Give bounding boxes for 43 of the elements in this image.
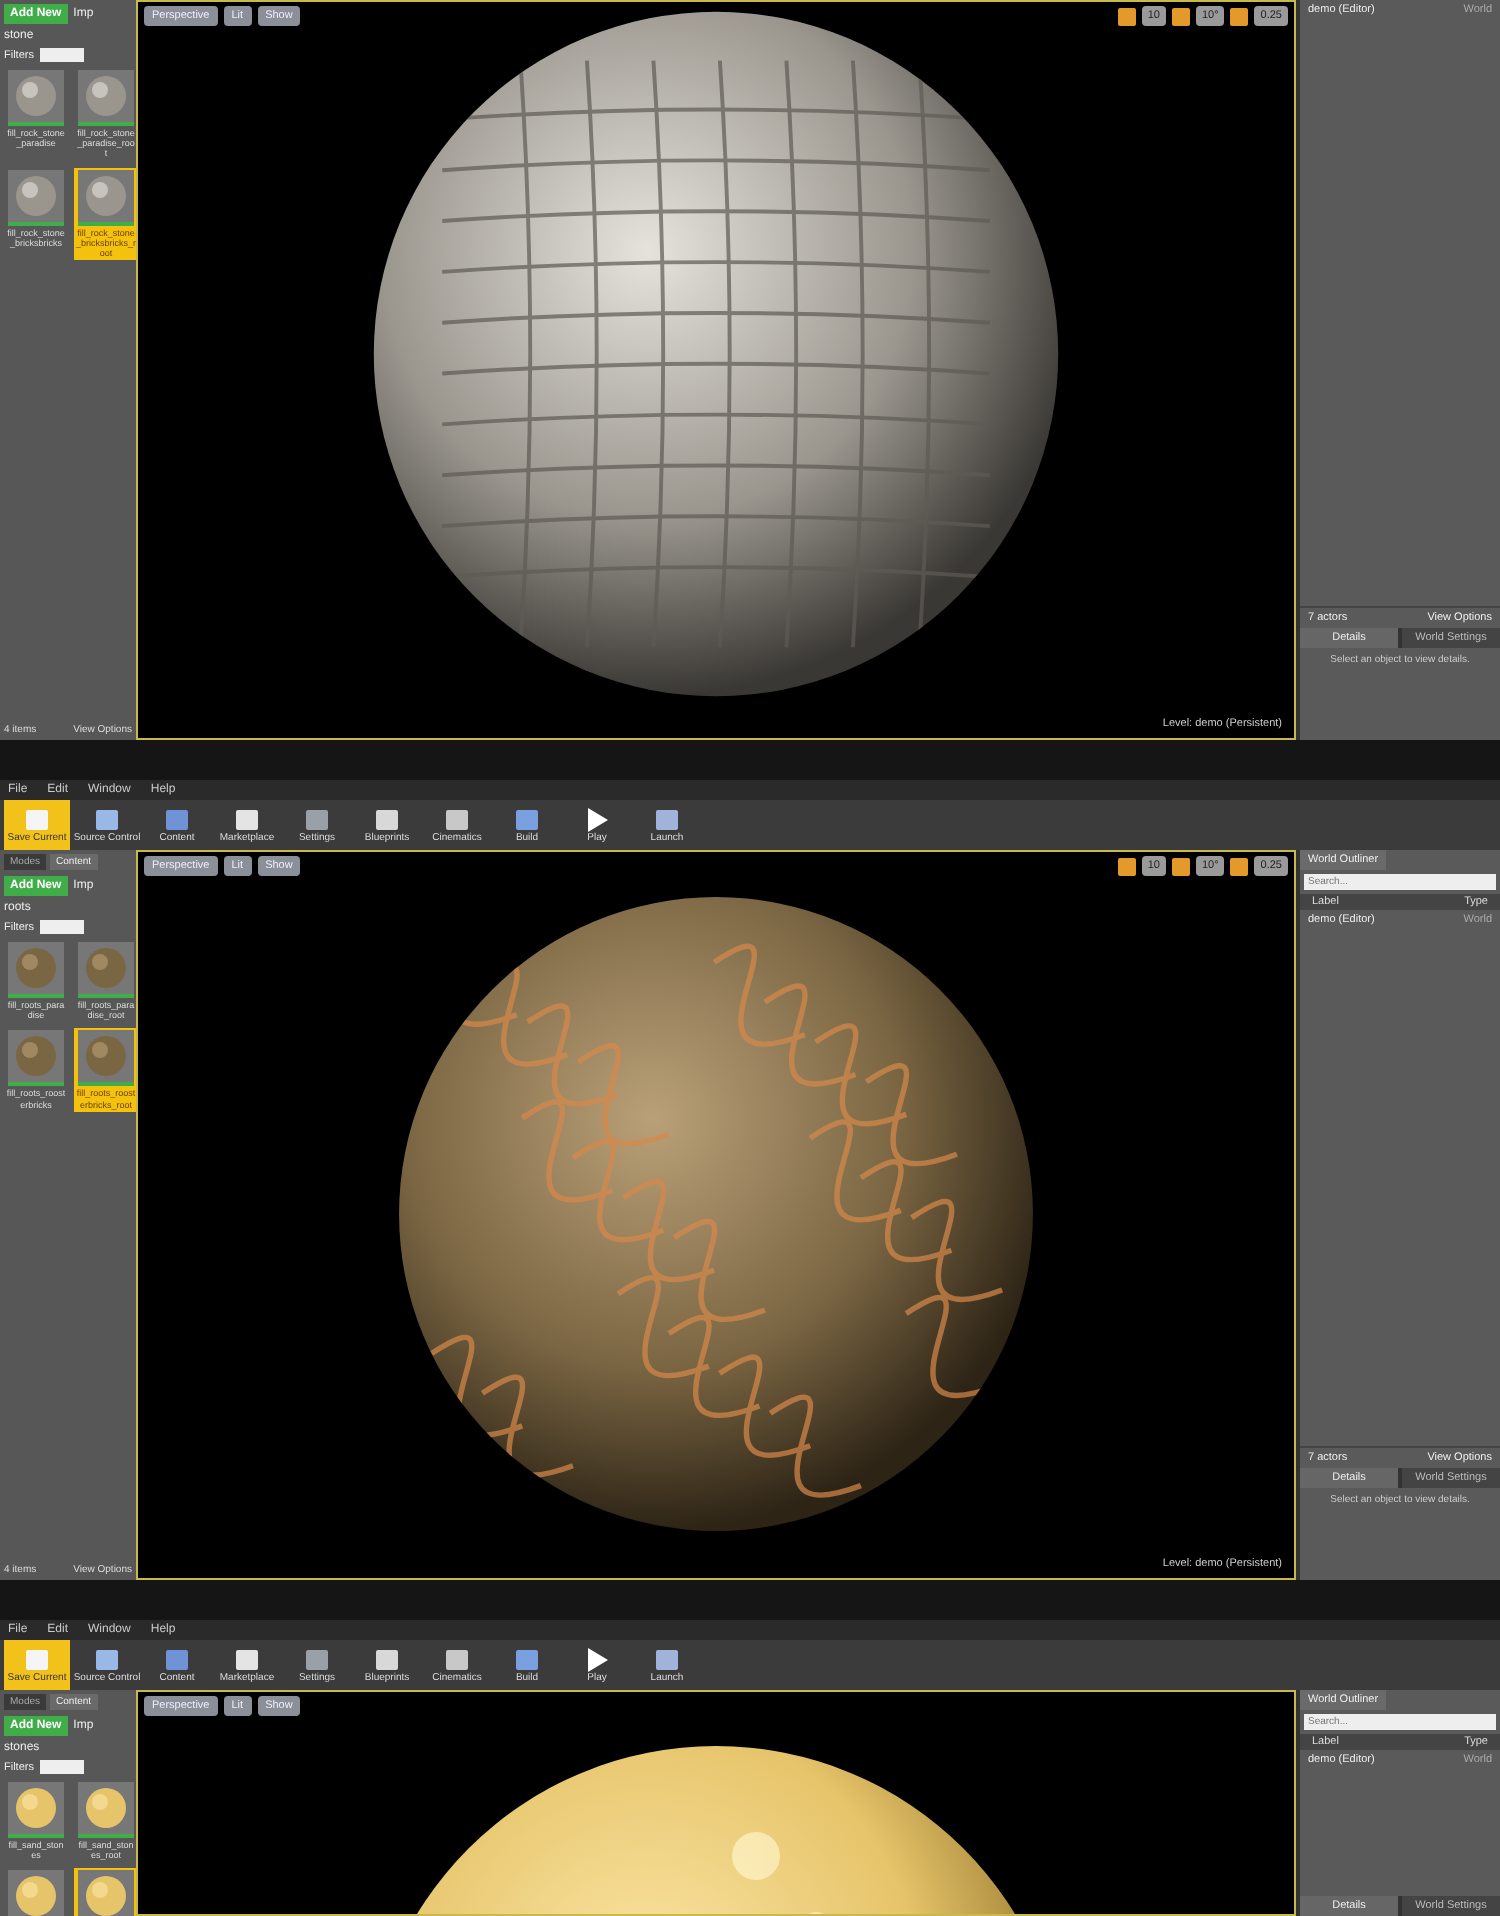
sphere-thumbnail-icon	[14, 74, 58, 118]
search-field[interactable]	[39, 1760, 84, 1774]
sphere-thumbnail-icon	[14, 1786, 58, 1830]
toolbar-icon	[234, 1647, 260, 1671]
sphere-thumbnail-icon	[84, 1786, 128, 1830]
viewport-tool-icon[interactable]	[1230, 857, 1249, 875]
toolbar-icon	[444, 807, 470, 831]
toolbar-icon	[654, 1647, 680, 1671]
asset-tile[interactable]	[74, 1868, 138, 1916]
toolbar-icon	[304, 1647, 330, 1671]
sphere-thumbnail-icon	[84, 74, 128, 118]
toolbar-icon	[444, 1647, 470, 1671]
asset-tile[interactable]	[4, 1868, 68, 1916]
toolbar-icon	[374, 1647, 400, 1671]
sphere-thumbnail-icon	[14, 173, 58, 218]
play-icon	[584, 807, 610, 831]
toolbar-icon	[514, 807, 540, 831]
toolbar-icon	[234, 807, 260, 831]
viewport-tool-icon[interactable]	[1117, 7, 1136, 25]
toolbar-icon	[94, 807, 120, 831]
viewport-tool-icon[interactable]	[1171, 857, 1190, 875]
toolbar-icon	[164, 807, 190, 831]
toolbar-icon	[24, 807, 50, 831]
sphere-thumbnail-icon	[14, 1874, 58, 1916]
play-icon	[584, 1647, 610, 1671]
toolbar-icon	[374, 807, 400, 831]
toolbar-icon	[514, 1647, 540, 1671]
toolbar-icon	[24, 1647, 50, 1671]
toolbar-icon	[94, 1647, 120, 1671]
viewport-tool-icon[interactable]	[1117, 857, 1136, 875]
sphere-thumbnail-icon	[84, 1034, 128, 1079]
sphere-thumbnail-icon	[84, 1874, 128, 1916]
sphere-thumbnail-icon	[14, 946, 58, 990]
search-field[interactable]	[39, 920, 84, 934]
search-field[interactable]	[39, 48, 84, 62]
toolbar-icon	[164, 1647, 190, 1671]
toolbar-icon	[304, 807, 330, 831]
sphere-thumbnail-icon	[14, 1034, 58, 1079]
sphere-thumbnail-icon	[84, 946, 128, 990]
toolbar-icon	[654, 807, 680, 831]
sphere-thumbnail-icon	[84, 173, 128, 218]
viewport-tool-icon[interactable]	[1230, 7, 1249, 25]
viewport-tool-icon[interactable]	[1171, 7, 1190, 25]
